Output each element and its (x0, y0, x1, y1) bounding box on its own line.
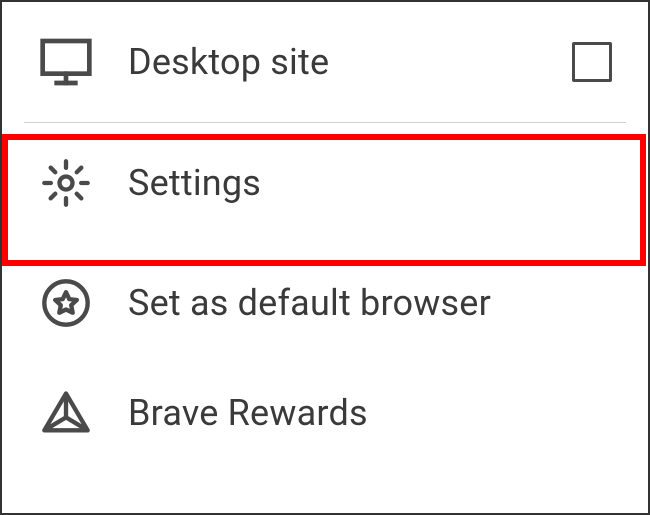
star-icon (38, 275, 94, 331)
menu-item-label: Brave Rewards (128, 392, 368, 434)
browser-menu: Desktop site Settings Set as default bro… (2, 2, 648, 463)
menu-item-settings[interactable]: Settings (2, 123, 648, 243)
menu-item-label: Desktop site (128, 41, 329, 83)
menu-item-desktop-site[interactable]: Desktop site (2, 2, 648, 122)
menu-item-label: Settings (128, 162, 261, 204)
menu-item-label: Set as default browser (128, 282, 491, 324)
menu-item-default-browser[interactable]: Set as default browser (2, 243, 648, 363)
desktop-site-checkbox[interactable] (572, 42, 612, 82)
triangle-icon (38, 385, 94, 441)
gear-icon (38, 155, 94, 211)
monitor-icon (38, 34, 94, 90)
menu-item-brave-rewards[interactable]: Brave Rewards (2, 363, 648, 463)
